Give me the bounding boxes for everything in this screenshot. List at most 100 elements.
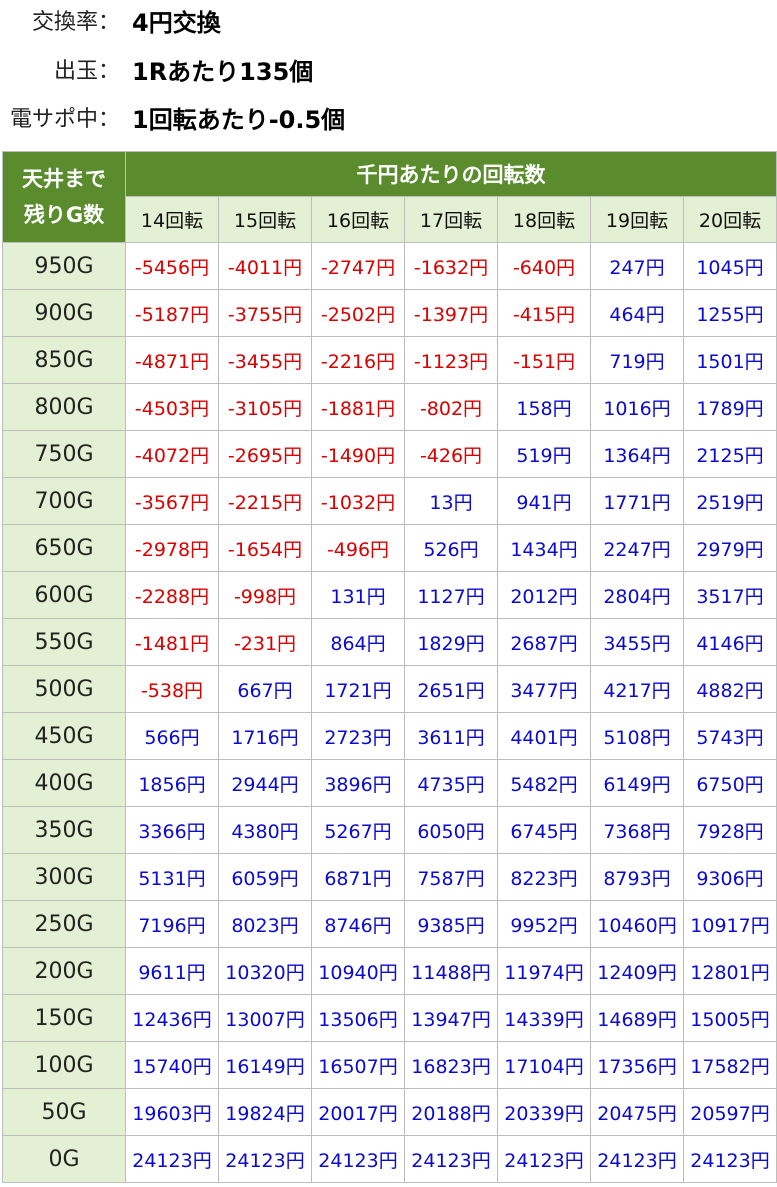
row-header: 950G <box>2 242 126 290</box>
row-header: 500G <box>2 665 126 713</box>
table-cell: 4380円 <box>218 806 312 854</box>
table-cell: 5743円 <box>682 712 777 760</box>
table-cell: 4217円 <box>590 665 684 713</box>
table-cell: -2747円 <box>311 242 405 290</box>
table-cell: -1632円 <box>404 242 498 290</box>
table-cell: 2519円 <box>682 477 777 525</box>
table-cell: 12801円 <box>682 947 777 995</box>
table-cell: 2804円 <box>590 571 684 619</box>
table-cell: -5187円 <box>125 289 219 337</box>
table-cell: 8223円 <box>497 853 591 901</box>
table-row: 200G 9611円 10320円 10940円 11488円 11974円 12409円 1… <box>2 947 777 995</box>
table-row: 450G 566円 1716円 2723円 3611円 4401円 5108円 5743円 <box>2 712 777 760</box>
column-header: 14回転 <box>125 196 219 243</box>
table-cell: 4882円 <box>682 665 777 713</box>
table-cell: 10917円 <box>682 900 777 948</box>
table-cell: 20597円 <box>682 1088 777 1136</box>
column-header: 19回転 <box>590 196 684 243</box>
exchange-rate-value: 4円交換 <box>132 9 221 37</box>
table-cell: 8793円 <box>590 853 684 901</box>
table-cell: -151円 <box>497 336 591 384</box>
column-header: 17回転 <box>404 196 498 243</box>
table-cell: 11974円 <box>497 947 591 995</box>
table-cell: 20188円 <box>404 1088 498 1136</box>
table-cell: 19603円 <box>125 1088 219 1136</box>
table-cell: 24123円 <box>125 1135 219 1183</box>
table-cell: 1856円 <box>125 759 219 807</box>
table-row: 500G -538円 667円 1721円 2651円 3477円 4217円 4882円 <box>2 665 777 713</box>
corner-header-line2: 残りG数 <box>23 203 105 227</box>
table-cell: -3455円 <box>218 336 312 384</box>
row-header: 450G <box>2 712 126 760</box>
table-row: 950G -5456円 -4011円 -2747円 -1632円 -640円 247円 104… <box>2 242 777 290</box>
row-header: 750G <box>2 430 126 478</box>
table-cell: -1654円 <box>218 524 312 572</box>
table-cell: -802円 <box>404 383 498 431</box>
table-cell: 10940円 <box>311 947 405 995</box>
table-cell: 1255円 <box>682 289 777 337</box>
support-value: 1回転あたり-0.5個 <box>132 106 346 134</box>
table-cell: -1397円 <box>404 289 498 337</box>
table-cell: -231円 <box>218 618 312 666</box>
table-cell: -1123円 <box>404 336 498 384</box>
table-cell: 24123円 <box>682 1135 777 1183</box>
corner-header: 天井まで 残りG数 <box>2 151 126 243</box>
table-cell: 7368円 <box>590 806 684 854</box>
table-cell: 20017円 <box>311 1088 405 1136</box>
row-header: 900G <box>2 289 126 337</box>
table-row: 700G -3567円 -2215円 -1032円 13円 941円 1771円 2519円 <box>2 477 777 525</box>
table-row: 850G -4871円 -3455円 -2216円 -1123円 -151円 719円 150… <box>2 336 777 384</box>
table-row: 650G -2978円 -1654円 -496円 526円 1434円 2247円 2979円 <box>2 524 777 572</box>
payout-value: 1Rあたり135個 <box>132 58 314 86</box>
table-row: 100G 15740円 16149円 16507円 16823円 17104円 17356円… <box>2 1041 777 1089</box>
table-cell: 7587円 <box>404 853 498 901</box>
table-cell: 8746円 <box>311 900 405 948</box>
row-header: 350G <box>2 806 126 854</box>
table-cell: 16507円 <box>311 1041 405 1089</box>
table-cell: -640円 <box>497 242 591 290</box>
table-cell: 2687円 <box>497 618 591 666</box>
row-header: 800G <box>2 383 126 431</box>
table-row: 250G 7196円 8023円 8746円 9385円 9952円 10460円 10917… <box>2 900 777 948</box>
table-cell: -4871円 <box>125 336 219 384</box>
table-cell: 526円 <box>404 524 498 572</box>
table-cell: 2012円 <box>497 571 591 619</box>
table-cell: 16149円 <box>218 1041 312 1089</box>
table-cell: -2288円 <box>125 571 219 619</box>
table-cell: 12436円 <box>125 994 219 1042</box>
table-cell: -3567円 <box>125 477 219 525</box>
table-cell: 9385円 <box>404 900 498 948</box>
table-cell: 14689円 <box>590 994 684 1042</box>
table-cell: 1364円 <box>590 430 684 478</box>
table-cell: -4503円 <box>125 383 219 431</box>
table-row: 300G 5131円 6059円 6871円 7587円 8223円 8793円 9306円 <box>2 853 777 901</box>
table-cell: 9611円 <box>125 947 219 995</box>
info-row-exchange-rate: 交換率： 4円交換 <box>0 3 777 43</box>
table-cell: 15005円 <box>682 994 777 1042</box>
table-cell: 14339円 <box>497 994 591 1042</box>
support-label: 電サポ中： <box>9 107 120 132</box>
table-cell: -2216円 <box>311 336 405 384</box>
table-cell: 2125円 <box>682 430 777 478</box>
table-cell: 1716円 <box>218 712 312 760</box>
table-cell: 2944円 <box>218 759 312 807</box>
table-row: 400G 1856円 2944円 3896円 4735円 5482円 6149円 6750円 <box>2 759 777 807</box>
table-cell: 3477円 <box>497 665 591 713</box>
table-cell: 10460円 <box>590 900 684 948</box>
table-cell: -415円 <box>497 289 591 337</box>
table-cell: 1434円 <box>497 524 591 572</box>
corner-header-line1: 天井まで <box>22 167 106 191</box>
table-body: 950G -5456円 -4011円 -2747円 -1632円 -640円 247円 104… <box>2 242 777 1183</box>
table-cell: -426円 <box>404 430 498 478</box>
table-cell: 2651円 <box>404 665 498 713</box>
info-row-support: 電サポ中： 1回転あたり-0.5個 <box>0 100 777 140</box>
table-cell: 24123円 <box>404 1135 498 1183</box>
row-header: 550G <box>2 618 126 666</box>
row-header: 850G <box>2 336 126 384</box>
table-cell: 11488円 <box>404 947 498 995</box>
table-cell: -2695円 <box>218 430 312 478</box>
table-cell: -538円 <box>125 665 219 713</box>
table-cell: 9306円 <box>682 853 777 901</box>
table-row: 50G 19603円 19824円 20017円 20188円 20339円 20475円 2… <box>2 1088 777 1136</box>
row-header: 600G <box>2 571 126 619</box>
